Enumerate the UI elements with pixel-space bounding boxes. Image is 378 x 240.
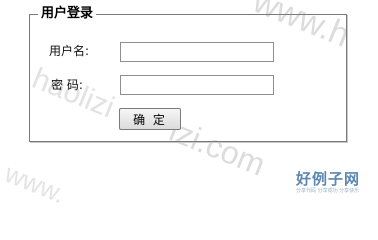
submit-button[interactable]: 确 定 [119, 108, 181, 130]
login-fieldset: 用户登录 [29, 6, 347, 142]
username-input[interactable] [120, 42, 274, 62]
login-legend: 用户登录 [41, 6, 94, 21]
logo-main-text: 好例子网 [296, 170, 361, 188]
password-input[interactable] [120, 75, 274, 95]
password-label: 密 码: [51, 78, 83, 92]
watermark-text-4: www. [0, 158, 70, 210]
logo-sub-text: 分享代码 分享成功 分享快乐 [296, 188, 360, 194]
username-label: 用户名: [49, 44, 90, 58]
site-logo: 好例子网 分享代码 分享成功 分享快乐 [296, 171, 368, 195]
